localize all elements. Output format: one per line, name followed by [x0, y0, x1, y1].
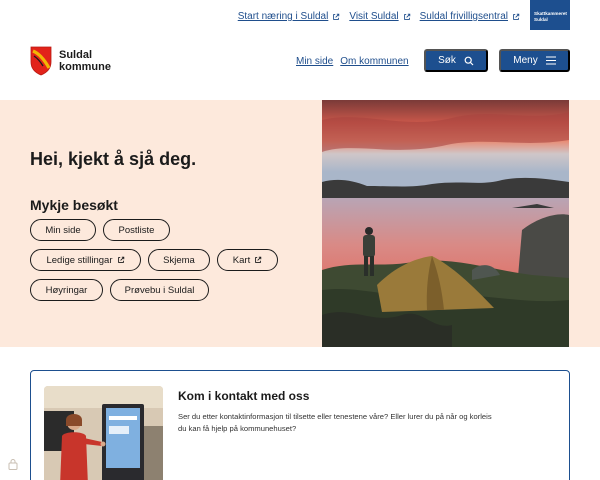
external-link-icon — [513, 13, 520, 20]
link-label: Suldal frivilligsentral — [419, 11, 508, 22]
nav-min-side[interactable]: Min side — [296, 56, 333, 67]
chip-label: Min side — [45, 224, 81, 236]
chip-min-side[interactable]: Min side — [30, 219, 96, 241]
chip-postliste[interactable]: Postliste — [103, 219, 170, 241]
external-link-icon — [117, 256, 124, 263]
external-link-icon — [403, 13, 410, 20]
search-icon — [464, 56, 474, 65]
contact-title: Kom i kontakt med oss — [178, 389, 310, 403]
chip-label: Kart — [232, 254, 251, 266]
chip-label: Høyringar — [45, 284, 88, 296]
external-link-icon — [333, 13, 340, 20]
link-frivilligsentral[interactable]: Suldal frivilligsentral — [420, 11, 520, 22]
link-label: Visit Suldal — [349, 11, 399, 22]
chip-label: Ledige stillingar — [46, 254, 113, 266]
logo-text: Suldal kommune — [59, 49, 111, 73]
chip-label: Skjema — [163, 254, 195, 266]
link-label: Start næring i Suldal — [237, 11, 329, 22]
link-visit-suldal[interactable]: Visit Suldal — [349, 11, 410, 22]
hero-title: Hei, kjekt å sjå deg. — [30, 149, 197, 169]
coat-of-arms-icon — [30, 46, 52, 76]
contact-card[interactable]: Kom i kontakt med oss Ser du etter konta… — [30, 370, 570, 480]
chip-provebu[interactable]: Prøvebu i Suldal — [110, 279, 209, 301]
hero-section: Hei, kjekt å sjå deg. Mykje besøkt Min s… — [0, 100, 600, 347]
hamburger-icon — [545, 56, 556, 65]
link-start-naering[interactable]: Start næring i Suldal — [238, 11, 341, 22]
menu-button-label: Meny — [513, 55, 538, 66]
contact-description: Ser du etter kontaktinformasjon til tils… — [178, 412, 492, 433]
chip-skjema[interactable]: Skjema — [148, 249, 210, 271]
search-button[interactable]: Søk — [424, 49, 488, 72]
chip-ledige-stillingar[interactable]: Ledige stillingar — [30, 249, 141, 271]
chip-hoyringar[interactable]: Høyringar — [30, 279, 103, 301]
search-button-label: Søk — [438, 55, 456, 66]
utility-bar: Start næring i Suldal Visit Suldal Sulda… — [0, 0, 600, 34]
site-logo[interactable]: Suldal kommune — [30, 46, 111, 76]
utility-links: Start næring i Suldal Visit Suldal Sulda… — [229, 11, 520, 22]
sunset-lake-image — [322, 100, 569, 347]
popular-title: Mykje besøkt — [30, 197, 118, 213]
menu-button[interactable]: Meny — [499, 49, 570, 72]
logo-line-1: Suldal — [59, 49, 93, 61]
chip-label: Prøvebu i Suldal — [124, 284, 195, 296]
site-header: Suldal kommune Min side Om kommunen Søk … — [0, 34, 600, 98]
header-nav: Min side Om kommunen — [296, 56, 416, 67]
contact-photo — [44, 386, 163, 480]
external-link-icon — [255, 256, 262, 263]
chip-kart[interactable]: Kart — [217, 249, 278, 271]
badge-line-2: Suldal — [534, 16, 548, 22]
nav-om-kommunen[interactable]: Om kommunen — [340, 56, 408, 67]
contact-image — [44, 386, 163, 480]
hero-photo — [322, 100, 569, 347]
lock-icon[interactable] — [8, 458, 18, 470]
skattkammeret-badge[interactable]: Skattkammeret Suldal — [530, 0, 570, 30]
badge-line-1: Skattkammeret — [534, 11, 567, 16]
chip-label: Postliste — [118, 224, 155, 236]
logo-line-2: kommune — [59, 61, 111, 73]
